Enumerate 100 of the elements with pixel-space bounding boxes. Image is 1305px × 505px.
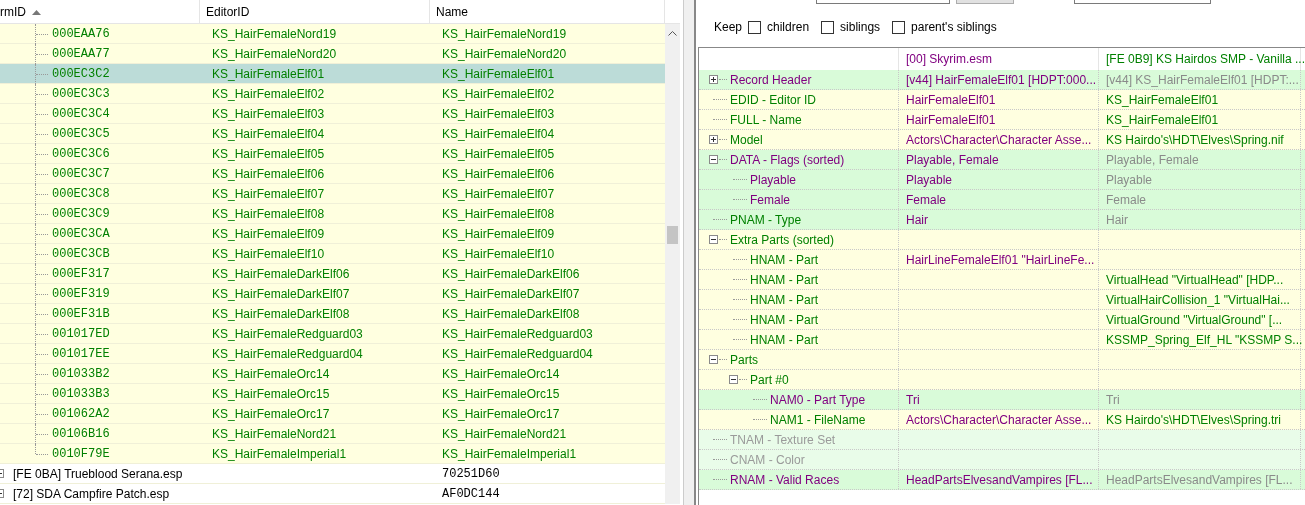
table-cell-text: HairFemaleElf01 (906, 111, 996, 129)
table-row[interactable]: 001033B2 KS_HairFemaleOrc14 KS_HairFemaleOrc14 (0, 364, 665, 384)
checkbox-label[interactable]: siblings (840, 18, 881, 36)
table-cell-text: 000EC3CB (52, 245, 110, 263)
table-row[interactable]: Part #0 (699, 370, 1305, 390)
table-row[interactable]: 001017ED KS_HairFemaleRedguard03 KS_HairFemaleRedguard03 (0, 324, 665, 344)
scroll-thumb[interactable] (667, 226, 678, 244)
table-cell-text: KS_HairFemaleElf05 (212, 145, 325, 163)
table-cell-text: KS_HairFemaleElf10 (212, 245, 325, 263)
table-cell-text: KS_HairFemaleElf01 (1106, 111, 1219, 129)
table-row[interactable]: 000EC3CA KS_HairFemaleElf09 KS_HairFemaleElf09 (0, 224, 665, 244)
table-cell-text: 000EF319 (52, 285, 110, 303)
table-row[interactable]: HNAM - Part VirtualHairCollision_1 "VirtualHai... (699, 290, 1305, 310)
table-row[interactable]: 000EC3C7 KS_HairFemaleElf06 KS_HairFemaleElf06 (0, 164, 665, 184)
table-row[interactable]: HNAM - Part VirtualHead "VirtualHead" [HDP... (699, 270, 1305, 290)
tree-line (753, 419, 767, 420)
tree-line (733, 259, 747, 260)
field-label: HNAM - Part (750, 271, 818, 289)
table-row[interactable]: 000EC3C6 KS_HairFemaleElf05 KS_HairFemaleElf05 (0, 144, 665, 164)
tree-line (719, 79, 727, 80)
table-row[interactable]: CNAM - Color (699, 450, 1305, 470)
field-label: FULL - Name (730, 111, 802, 129)
table-row[interactable]: PNAM - Type Hair Hair (699, 210, 1305, 230)
expand-icon[interactable] (709, 135, 718, 144)
table-row[interactable]: Extra Parts (sorted) (699, 230, 1305, 250)
checkbox-label[interactable]: parent's siblings (911, 18, 997, 36)
table-row[interactable]: 000EC3C5 KS_HairFemaleElf04 KS_HairFemaleElf04 (0, 124, 665, 144)
table-cell-text: KS_HairFemaleElf06 (442, 165, 555, 183)
table-cell-text: KS_HairFemaleElf01 (1106, 91, 1219, 109)
table-row[interactable]: 000EC3C2 KS_HairFemaleElf01 KS_HairFemaleElf01 (0, 64, 665, 84)
table-row[interactable]: 0010F79E KS_HairFemaleImperial1 KS_HairFemaleImperial1 (0, 444, 665, 464)
field-label: Playable (750, 171, 797, 189)
table-row[interactable]: 000EF319 KS_HairFemaleDarkElf07 KS_HairFemaleDarkElf07 (0, 284, 665, 304)
table-row[interactable]: 000EAA77 KS_HairFemaleNord20 KS_HairFemaleNord20 (0, 44, 665, 64)
checkbox-label[interactable]: children (767, 18, 810, 36)
expand-icon[interactable] (709, 75, 718, 84)
table-cell-text: 000EC3C4 (52, 105, 110, 123)
table-cell-text: Playable, Female (1106, 151, 1199, 169)
collapse-icon[interactable] (709, 155, 718, 164)
table-row[interactable]: 00106B16 KS_HairFemaleNord21 KS_HairFemaleNord21 (0, 424, 665, 444)
table-cell-text: KS_HairFemaleNord20 (212, 45, 337, 63)
table-row[interactable]: 000EC3CB KS_HairFemaleElf10 KS_HairFemaleElf10 (0, 244, 665, 264)
table-cell-text: KS_HairFemaleElf03 (212, 105, 325, 123)
table-row[interactable]: 000EAA76 KS_HairFemaleNord19 KS_HairFemaleNord19 (0, 24, 665, 44)
table-cell-text: KS_HairFemaleNord21 (442, 425, 567, 443)
table-row[interactable]: 000EF31B KS_HairFemaleDarkElf08 KS_HairFemaleDarkElf08 (0, 304, 665, 324)
collapse-icon[interactable] (709, 355, 718, 364)
table-row[interactable]: 001033B3 KS_HairFemaleOrc15 KS_HairFemaleOrc15 (0, 384, 665, 404)
table-row[interactable]: Playable Playable Playable (699, 170, 1305, 190)
tree-line (713, 439, 727, 440)
field-label: Record Header (730, 71, 812, 89)
table-cell-text: KS_HairFemaleDarkElf06 (212, 265, 350, 283)
table-row[interactable]: TNAM - Texture Set (699, 430, 1305, 450)
checkbox[interactable] (821, 20, 835, 34)
keep-label: Keep (714, 19, 743, 36)
table-cell-text: 001033B2 (52, 365, 110, 383)
table-cell-text: KS Hairdo's\HDT\Elves\Spring.tri (1106, 411, 1281, 429)
scrollbar[interactable] (665, 24, 680, 504)
table-row[interactable]: NAM1 - FileName Actors\Character\Character Asse... KS Hairdo's\HDT\Elves\Spring.tri (699, 410, 1305, 430)
table-row[interactable]: HNAM - Part VirtualGround "VirtualGround" [... (699, 310, 1305, 330)
scroll-up-icon[interactable] (668, 31, 677, 36)
collapse-icon[interactable] (709, 235, 718, 244)
table-row[interactable]: 001062A2 KS_HairFemaleOrc17 KS_HairFemaleOrc17 (0, 404, 665, 424)
table-cell-text: KS_HairFemaleElf06 (212, 165, 325, 183)
table-cell-text: KS_HairFemaleElf09 (212, 225, 325, 243)
table-cell-text: 000EC3C3 (52, 85, 110, 103)
table-row[interactable]: 000EC3C8 KS_HairFemaleElf07 KS_HairFemaleElf07 (0, 184, 665, 204)
table-row[interactable]: 000EC3C4 KS_HairFemaleElf03 KS_HairFemaleElf03 (0, 104, 665, 124)
plugin-name[interactable]: [FE 0BA] Trueblood Serana.esp (13, 464, 183, 483)
checkbox[interactable] (892, 20, 906, 34)
plugin-name[interactable]: [72] SDA Campfire Patch.esp (13, 484, 170, 503)
table-cell-text: Actors\Character\Character Asse... (906, 411, 1092, 429)
table-row[interactable]: FULL - Name HairFemaleElf01 KS_HairFemaleElf01 (699, 110, 1305, 130)
table-row[interactable]: NAM0 - Part Type Tri Tri (699, 390, 1305, 410)
table-cell-text: Hair (906, 211, 928, 229)
table-cell-text: Playable, Female (906, 151, 999, 169)
field-label: Parts (730, 351, 758, 369)
table-row[interactable]: HNAM - Part KSSMP_Spring_Elf_HL "KSSMP S... (699, 330, 1305, 350)
table-cell-text: KS_HairFemaleRedguard03 (212, 325, 363, 343)
table-row[interactable]: 000EC3C3 KS_HairFemaleElf02 KS_HairFemaleElf02 (0, 84, 665, 104)
tree-line (713, 99, 727, 100)
field-label: NAM1 - FileName (770, 411, 866, 429)
table-row[interactable]: 000EC3C9 KS_HairFemaleElf08 KS_HairFemaleElf08 (0, 204, 665, 224)
table-cell-text: KS_HairFemaleDarkElf08 (442, 305, 580, 323)
table-row[interactable]: Model Actors\Character\Character Asse... KS Hairdo's\HDT\Elves\Spring.nif (699, 130, 1305, 150)
table-cell-text: HeadPartsElvesandVampires [FL... (906, 471, 1093, 489)
table-cell-text: KS_HairFemaleElf04 (212, 125, 325, 143)
table-row[interactable]: DATA - Flags (sorted) Playable, Female Playable, Female (699, 150, 1305, 170)
table-row[interactable]: 000EF317 KS_HairFemaleDarkElf06 KS_HairFemaleDarkElf06 (0, 264, 665, 284)
table-row[interactable]: EDID - Editor ID HairFemaleElf01 KS_HairFemaleElf01 (699, 90, 1305, 110)
table-row[interactable]: 001017EE KS_HairFemaleRedguard04 KS_HairFemaleRedguard04 (0, 344, 665, 364)
table-row[interactable]: Female Female Female (699, 190, 1305, 210)
splitter[interactable] (683, 0, 696, 505)
table-row[interactable]: Record Header [v44] HairFemaleElf01 [HDPT:000... [v44] KS_HairFemaleElf01 [HDPT:... (699, 70, 1305, 90)
table-row[interactable]: HNAM - Part HairLineFemaleElf01 "HairLineFe... (699, 250, 1305, 270)
table-cell-text: Hair (1106, 211, 1128, 229)
checkbox[interactable] (748, 20, 762, 34)
collapse-icon[interactable] (729, 375, 738, 384)
table-row[interactable]: Parts (699, 350, 1305, 370)
table-row[interactable]: RNAM - Valid Races HeadPartsElvesandVampires [FL... HeadPartsElvesandVampires [FL... (699, 470, 1305, 490)
